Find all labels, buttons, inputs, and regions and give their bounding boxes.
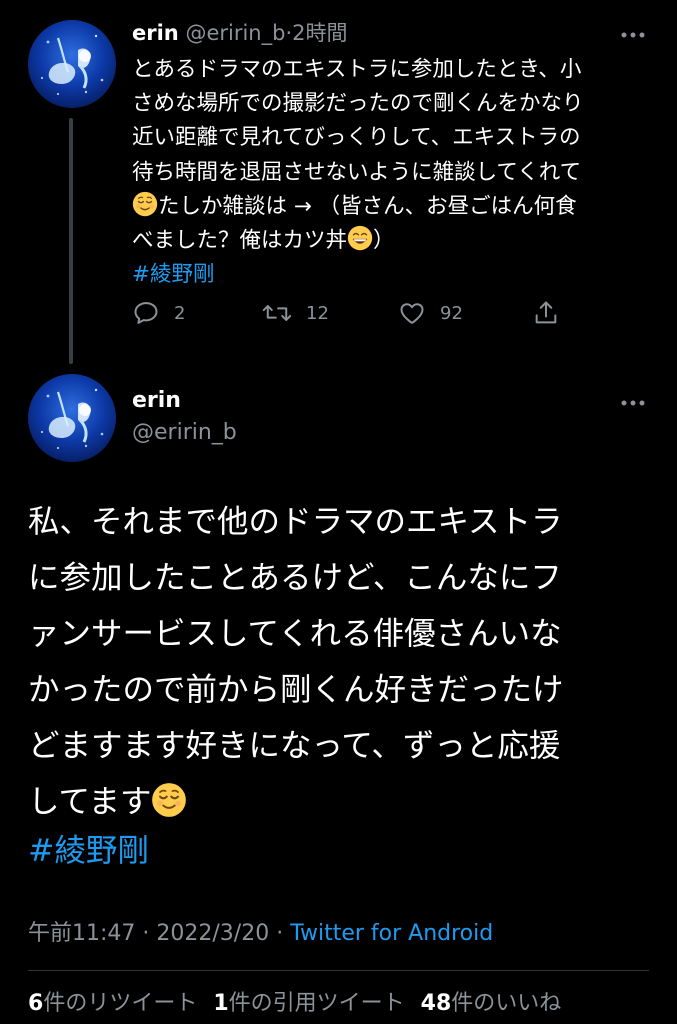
- quotes-number: 1: [213, 991, 229, 1016]
- tweet2-text: 私、それまで他のドラマのエキストラ に参加したことあるけど、こんなにフ ァンサー…: [28, 494, 658, 830]
- tweet1-line: べました？俺はカツ丼: [132, 228, 348, 254]
- tweet2-time[interactable]: 午前11:47: [28, 921, 135, 946]
- tweet1-line: 近い距離で見れてびっくりして、エキストラの: [132, 125, 581, 151]
- more-icon[interactable]: [620, 396, 646, 407]
- tweet2-timestamp: 午前11:47 · 2022/3/20 · Twitter for Androi…: [28, 918, 493, 950]
- retweets-stat[interactable]: 6件のリツイート: [28, 991, 197, 1016]
- tweet1-line: ）: [373, 228, 395, 254]
- timestamp-separator: ·: [135, 921, 157, 946]
- likes-label: 件のいいね: [451, 991, 562, 1016]
- reply-button[interactable]: 2: [132, 296, 185, 330]
- retweet-icon: [262, 305, 292, 321]
- tweet1-hashtag[interactable]: #綾野剛: [132, 258, 652, 292]
- tweet2-line-with-emoji: してます: [28, 774, 658, 830]
- thread-line: [69, 118, 73, 364]
- relieved-face-emoji: [132, 191, 158, 217]
- tweet1-line-with-emoji: べました？俺はカツ丼 ）: [132, 224, 652, 258]
- like-icon: [400, 303, 424, 324]
- tweet2-stats: 6件のリツイート 1件の引用ツイート 48件のいいね: [28, 988, 561, 1020]
- tweet1-line: とあるドラマのエキストラに参加したとき、小: [132, 57, 582, 82]
- tweet1-line-with-emoji: たしか雑談は → （皆さん、お昼ごはん何食: [132, 190, 652, 224]
- retweet-button[interactable]: 12: [262, 296, 329, 330]
- avatar[interactable]: [28, 20, 116, 108]
- tweet1-time[interactable]: 2時間: [292, 21, 347, 45]
- avatar[interactable]: [28, 374, 116, 462]
- tweet2-author-name[interactable]: erin: [132, 386, 181, 416]
- share-button[interactable]: [532, 296, 560, 330]
- tweet1-author-name[interactable]: erin: [132, 21, 179, 45]
- tweet2-line: ァンサービスしてくれる俳優さんいな: [28, 616, 562, 652]
- retweets-number: 6: [28, 991, 44, 1016]
- tweet1-actions: 2 12 92: [132, 296, 572, 330]
- tweet2-line: 私、それまで他のドラマのエキストラ: [28, 504, 563, 540]
- tweet2-line: してます: [28, 784, 152, 820]
- tweet1-author-handle[interactable]: @eririn_b: [185, 21, 285, 45]
- tweet2-line: かったので前から剛くん好きだったけ: [28, 672, 564, 708]
- quotes-label: 件の引用ツイート: [228, 991, 405, 1016]
- retweets-label: 件のリツイート: [43, 991, 198, 1016]
- reply-icon: [134, 302, 158, 324]
- tweet2-author-handle[interactable]: @eririn_b: [132, 418, 237, 448]
- retweet-count: 12: [306, 302, 329, 324]
- tweet1-line: 待ち時間を退屈させないように雑談してくれて: [132, 159, 582, 185]
- relieved-face-emoji: [151, 782, 187, 818]
- quotes-stat[interactable]: 1件の引用ツイート: [213, 991, 404, 1016]
- tweet1-line: さめな場所での撮影だったので剛くんをかなり: [132, 91, 584, 117]
- like-count: 92: [440, 302, 463, 324]
- tweet1-line: たしか雑談は → （皆さん、お昼ごはん何食: [158, 193, 577, 219]
- tweet1-header: erin @eririn_b·2時間: [132, 18, 348, 48]
- share-icon: [535, 301, 557, 324]
- tweet2-line: どますます好きになって、ずっと応援: [28, 728, 561, 764]
- likes-number: 48: [420, 991, 452, 1016]
- timestamp-separator: ·: [269, 921, 291, 946]
- tweet2-hashtag[interactable]: #綾野剛: [28, 826, 149, 876]
- tweet2-source[interactable]: Twitter for Android: [290, 921, 493, 946]
- tweet2-line: に参加したことあるけど、こんなにフ: [28, 560, 562, 596]
- likes-stat[interactable]: 48件のいいね: [421, 991, 562, 1016]
- more-icon[interactable]: [620, 28, 646, 39]
- reply-count: 2: [174, 302, 186, 324]
- tweet2-date[interactable]: 2022/3/20: [156, 921, 269, 946]
- like-button[interactable]: 92: [398, 296, 463, 330]
- divider: [28, 970, 649, 971]
- grinning-face-emoji: [347, 225, 373, 251]
- tweet1-text: とあるドラマのエキストラに参加したとき、小 さめな場所での撮影だったので剛くんを…: [132, 53, 652, 292]
